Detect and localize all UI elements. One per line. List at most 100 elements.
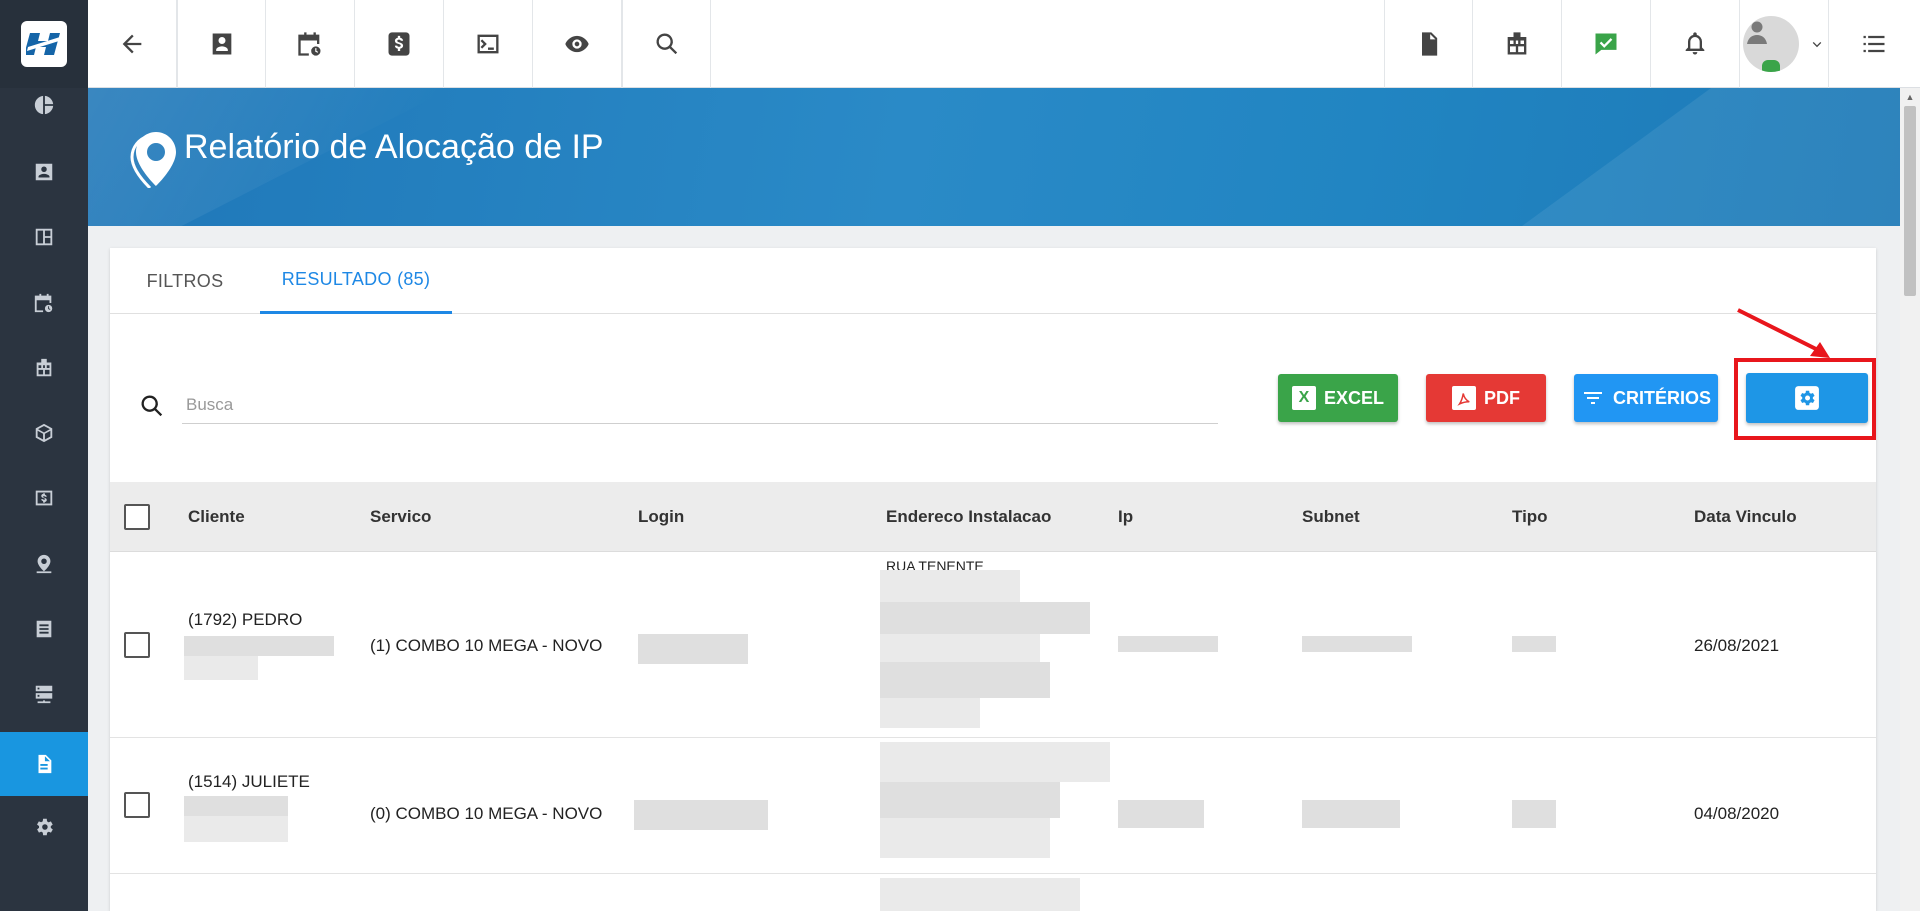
money-icon bbox=[35, 490, 53, 506]
dollar-icon bbox=[388, 32, 410, 56]
redacted-cell bbox=[1512, 800, 1556, 828]
page-scrollbar[interactable]: ▲ bbox=[1900, 88, 1920, 911]
redacted-cell bbox=[880, 698, 980, 728]
sidebar-item-finance[interactable] bbox=[0, 466, 88, 530]
sidebar-item-clients[interactable] bbox=[0, 140, 88, 204]
clients-button[interactable] bbox=[177, 0, 266, 88]
redacted-cell bbox=[184, 656, 258, 680]
dashboard-icon bbox=[35, 228, 53, 246]
sidebar-item-dashboard[interactable] bbox=[0, 75, 88, 135]
bell-icon bbox=[1685, 32, 1705, 55]
column-header-login[interactable]: Login bbox=[638, 482, 684, 552]
cell-servico: (1) COMBO 10 MEGA - NOVO bbox=[370, 636, 603, 655]
pie-chart-icon bbox=[34, 95, 54, 115]
calendar-clock-icon bbox=[298, 32, 321, 56]
sidebar bbox=[0, 0, 88, 911]
schedule-button[interactable] bbox=[266, 0, 355, 88]
redacted-cell bbox=[880, 662, 1050, 698]
sidebar-item-company[interactable] bbox=[0, 336, 88, 400]
cell-endereco: RUA TENENTE bbox=[886, 558, 984, 570]
red-arrow-annotation bbox=[1737, 308, 1830, 358]
sidebar-item-reports[interactable] bbox=[0, 732, 88, 796]
report-card: FILTROS RESULTADO (85) X EXCEL PDF CRITÉ… bbox=[110, 248, 1876, 911]
user-menu[interactable] bbox=[1740, 0, 1829, 88]
sidebar-item-stock[interactable] bbox=[0, 401, 88, 465]
row-checkbox[interactable] bbox=[124, 792, 150, 818]
scrollbar-thumb[interactable] bbox=[1904, 106, 1916, 296]
table-row[interactable]: (1792) PEDRO (1) COMBO 10 MEGA - NOVO RU… bbox=[110, 552, 1876, 738]
cell-servico: (0) COMBO 10 MEGA - NOVO bbox=[370, 804, 603, 823]
column-header-tipo[interactable]: Tipo bbox=[1512, 482, 1548, 552]
redacted-cell bbox=[184, 816, 288, 842]
finance-button[interactable] bbox=[355, 0, 444, 88]
column-header-data-vinculo[interactable]: Data Vinculo bbox=[1694, 482, 1797, 552]
back-arrow-icon bbox=[122, 34, 142, 54]
highlight-annotation bbox=[1734, 358, 1876, 440]
redacted-cell bbox=[1302, 800, 1400, 828]
pdf-button[interactable] bbox=[1384, 0, 1473, 88]
top-toolbar bbox=[88, 0, 1920, 88]
redacted-cell bbox=[1302, 636, 1412, 652]
redacted-cell bbox=[880, 782, 1060, 818]
row-checkbox[interactable] bbox=[124, 632, 150, 658]
select-all-checkbox[interactable] bbox=[124, 504, 150, 530]
sidebar-item-network[interactable] bbox=[0, 532, 88, 596]
back-button[interactable] bbox=[88, 0, 177, 88]
redacted-cell bbox=[184, 796, 288, 816]
calendar-clock-icon bbox=[34, 293, 53, 313]
view-button[interactable] bbox=[533, 0, 622, 88]
search-input[interactable] bbox=[182, 386, 1218, 424]
sidebar-item-lists[interactable] bbox=[0, 597, 88, 661]
terminal-icon bbox=[477, 34, 499, 54]
column-header-subnet[interactable]: Subnet bbox=[1302, 482, 1360, 552]
search-icon bbox=[656, 33, 677, 55]
table-header: Cliente Servico Login Endereco Instalaca… bbox=[110, 482, 1876, 552]
redacted-cell bbox=[880, 742, 1110, 782]
export-excel-button[interactable]: X EXCEL bbox=[1278, 374, 1398, 422]
terminal-button[interactable] bbox=[444, 0, 533, 88]
tab-resultado[interactable]: RESULTADO (85) bbox=[260, 248, 452, 314]
banner-decoration-right bbox=[1522, 88, 1900, 226]
search-button[interactable] bbox=[622, 0, 711, 88]
export-excel-label: EXCEL bbox=[1323, 387, 1384, 408]
chevron-down-icon bbox=[1812, 42, 1822, 48]
tab-bar: FILTROS RESULTADO (85) bbox=[110, 248, 1876, 314]
redacted-cell bbox=[638, 634, 748, 664]
eye-icon bbox=[565, 35, 589, 53]
sidebar-item-schedule[interactable] bbox=[0, 271, 88, 335]
sidebar-item-panels[interactable] bbox=[0, 205, 88, 269]
chat-check-icon bbox=[1595, 33, 1617, 55]
online-status-icon bbox=[1762, 60, 1780, 72]
redacted-cell bbox=[1512, 636, 1556, 652]
notifications-button[interactable] bbox=[1651, 0, 1740, 88]
list-icon bbox=[36, 620, 52, 638]
filter-icon bbox=[1583, 392, 1602, 404]
column-header-ip[interactable]: Ip bbox=[1118, 482, 1133, 552]
export-pdf-button[interactable]: PDF bbox=[1426, 374, 1546, 422]
criterios-button[interactable]: CRITÉRIOS bbox=[1574, 374, 1718, 422]
cell-cliente: (1514) JULIETE bbox=[188, 772, 310, 791]
page-title: Relatório de Alocação de IP bbox=[184, 128, 604, 166]
column-header-endereco[interactable]: Endereco Instalacao bbox=[886, 482, 1051, 552]
tab-filtros[interactable]: FILTROS bbox=[110, 248, 260, 314]
menu-icon bbox=[1863, 35, 1884, 53]
main-menu-button[interactable] bbox=[1829, 0, 1918, 88]
search-icon bbox=[141, 395, 163, 417]
server-icon bbox=[35, 685, 53, 704]
column-header-cliente[interactable]: Cliente bbox=[188, 482, 245, 552]
column-header-servico[interactable]: Servico bbox=[370, 482, 431, 552]
company-button[interactable] bbox=[1473, 0, 1562, 88]
table-row[interactable] bbox=[110, 874, 1876, 911]
export-pdf-label: PDF bbox=[1484, 387, 1520, 408]
excel-icon: X bbox=[1291, 386, 1316, 410]
scroll-up-arrow-icon[interactable]: ▲ bbox=[1900, 88, 1920, 106]
redacted-cell bbox=[880, 878, 1080, 911]
messages-button[interactable] bbox=[1562, 0, 1651, 88]
table-row[interactable]: (1514) JULIETE (0) COMBO 10 MEGA - NOVO … bbox=[110, 738, 1876, 874]
pdf-icon bbox=[1452, 386, 1476, 410]
sidebar-item-servers[interactable] bbox=[0, 662, 88, 726]
redacted-cell bbox=[634, 800, 768, 830]
sidebar-item-settings[interactable] bbox=[0, 795, 88, 859]
redacted-cell bbox=[880, 818, 1050, 858]
cell-data-vinculo: 26/08/2021 bbox=[1694, 636, 1780, 655]
